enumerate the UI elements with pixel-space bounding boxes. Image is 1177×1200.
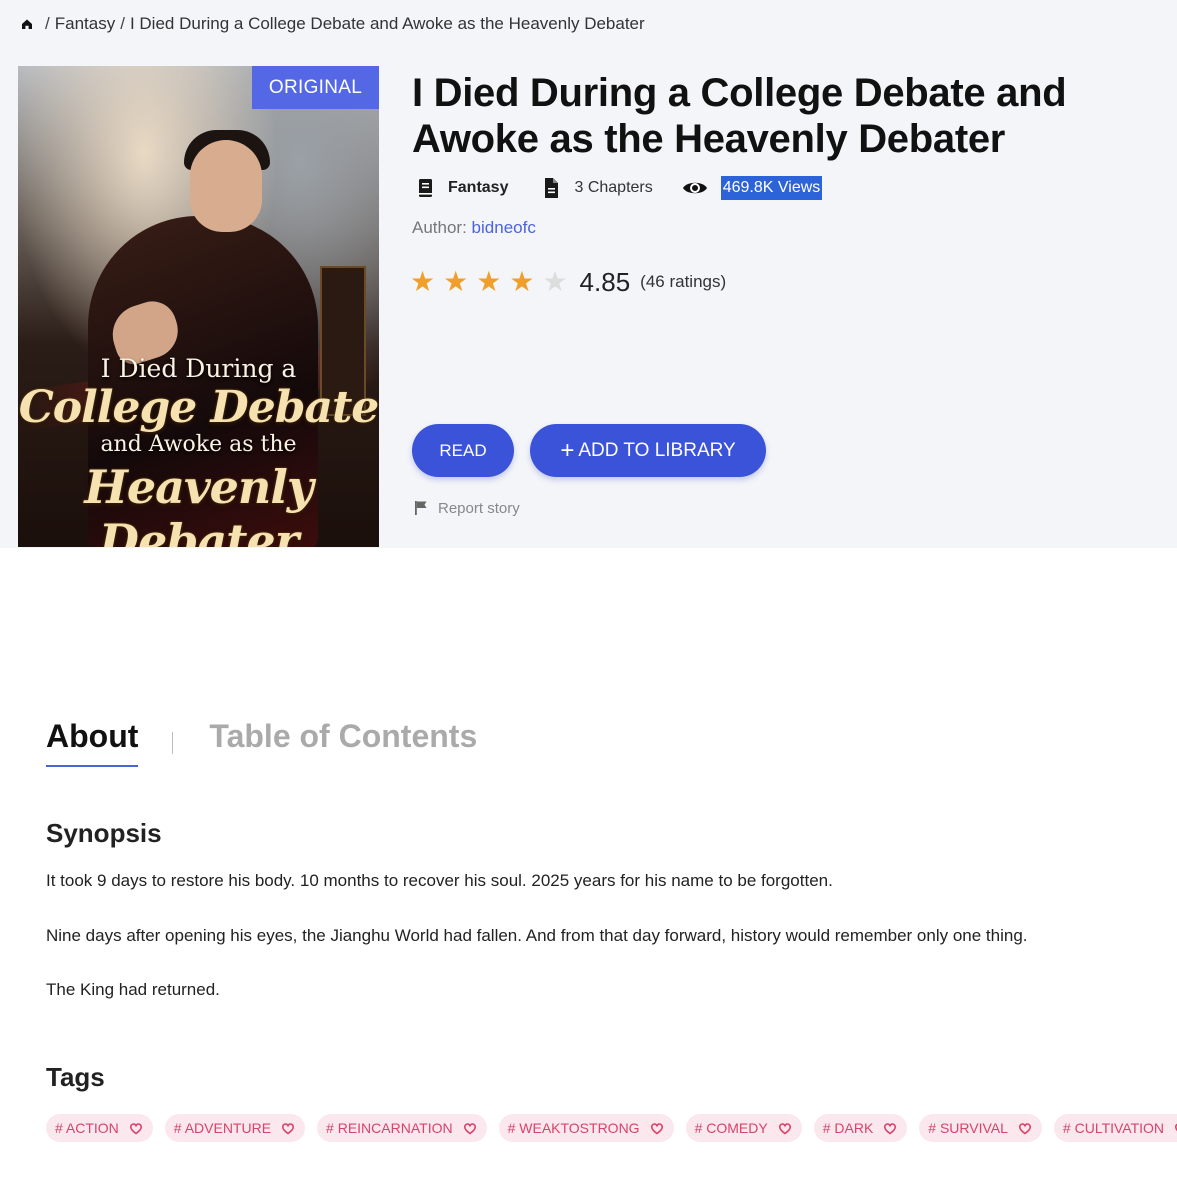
book-meta: Fantasy 3 Chapters 469.8K Views (414, 174, 823, 202)
read-button[interactable]: READ (412, 424, 514, 477)
rating-score: 4.85 (579, 266, 631, 297)
synopsis-paragraph: The King had returned. (46, 980, 220, 999)
cover-title-line: I Died During a (100, 354, 297, 383)
tag-label: # CULTIVATION (1062, 1120, 1165, 1136)
book-title: I Died During a College Debate and Awoke… (412, 71, 1067, 161)
original-badge: ORIGINAL (252, 66, 379, 109)
star-icon: ★ (443, 266, 469, 297)
cover-figure-face (190, 140, 262, 232)
tag-reincarnation[interactable]: # REINCARNATION (317, 1114, 487, 1142)
tag-cultivation[interactable]: # CULTIVATION (1053, 1114, 1177, 1142)
plus-icon: + (560, 436, 575, 464)
heart-icon[interactable] (129, 1122, 143, 1135)
star-icon: ★ (410, 266, 436, 297)
tag-label: # DARK (822, 1120, 874, 1136)
author-link[interactable]: bidneofc (472, 218, 536, 237)
eye-icon (682, 182, 707, 194)
report-story-link[interactable]: Report story (414, 498, 520, 518)
tag-adventure[interactable]: # ADVENTURE (164, 1114, 306, 1142)
heart-icon[interactable] (650, 1122, 664, 1135)
tag-label: # WEAKTOSTRONG (507, 1120, 640, 1136)
heart-icon[interactable] (1018, 1122, 1032, 1135)
tag-weaktostrong[interactable]: # WEAKTOSTRONG (498, 1114, 674, 1142)
star-icon: ★ (476, 266, 502, 297)
document-icon (545, 178, 559, 198)
tab-divider (172, 732, 174, 754)
book-cover-image: I Died During a College Debate and Awoke… (18, 66, 379, 547)
breadcrumb-separator: / (120, 14, 125, 33)
synopsis-paragraph: It took 9 days to restore his body. 10 m… (46, 871, 833, 890)
tag-comedy[interactable]: # COMEDY (685, 1114, 802, 1142)
tag-label: # REINCARNATION (326, 1120, 453, 1136)
view-count: 469.8K Views (720, 176, 823, 200)
star-icon: ★ (509, 266, 535, 297)
tag-label: # ADVENTURE (173, 1120, 272, 1136)
add-to-library-button[interactable]: + ADD TO LIBRARY (530, 424, 766, 477)
author-label: Author: (412, 218, 467, 237)
rating: ★ ★ ★ ★ ★ 4.85 (46 ratings) (410, 264, 726, 300)
book-genre[interactable]: Fantasy (448, 179, 508, 197)
cover-title-line: and Awoke as the (100, 432, 297, 457)
tag-action[interactable]: # ACTION (46, 1114, 153, 1142)
synopsis-paragraph: Nine days after opening his eyes, the Ji… (46, 926, 1028, 945)
report-story-label: Report story (438, 499, 520, 517)
tag-dark[interactable]: # DARK (813, 1114, 908, 1142)
breadcrumb-separator: / (45, 14, 50, 33)
content-tabs: About Table of Contents (46, 718, 477, 768)
tab-about[interactable]: About (46, 718, 139, 767)
tag-label: # ACTION (55, 1120, 119, 1136)
synopsis-heading: Synopsis (46, 818, 162, 848)
tag-survival[interactable]: # SURVIVAL (919, 1114, 1042, 1142)
author-line: Author: bidneofc (412, 218, 536, 238)
add-to-library-label: ADD TO LIBRARY (578, 439, 736, 461)
cover-title-line: College Debate (18, 382, 379, 433)
book-icon (418, 179, 432, 197)
breadcrumb-item-current: I Died During a College Debate and Awoke… (129, 14, 645, 33)
home-icon[interactable] (20, 17, 34, 31)
tag-list: # ACTION # ADVENTURE # REINCARNATION # W… (46, 1114, 1177, 1142)
star-icon-empty: ★ (542, 266, 568, 297)
heart-icon[interactable] (463, 1122, 477, 1135)
tag-label: # COMEDY (694, 1120, 768, 1136)
cover-title-line: Heavenly Debater (84, 460, 313, 547)
heart-icon[interactable] (778, 1122, 792, 1135)
tags-heading: Tags (46, 1062, 105, 1092)
chapter-count: 3 Chapters (574, 179, 653, 196)
tab-table-of-contents[interactable]: Table of Contents (209, 718, 477, 755)
breadcrumb: / Fantasy / I Died During a College Deba… (20, 13, 645, 35)
heart-icon[interactable] (883, 1122, 897, 1135)
rating-count: (46 ratings) (640, 272, 727, 291)
flag-icon (415, 501, 427, 515)
breadcrumb-item-fantasy[interactable]: Fantasy (55, 14, 115, 34)
tag-label: # SURVIVAL (928, 1120, 1008, 1136)
heart-icon[interactable] (281, 1122, 295, 1135)
